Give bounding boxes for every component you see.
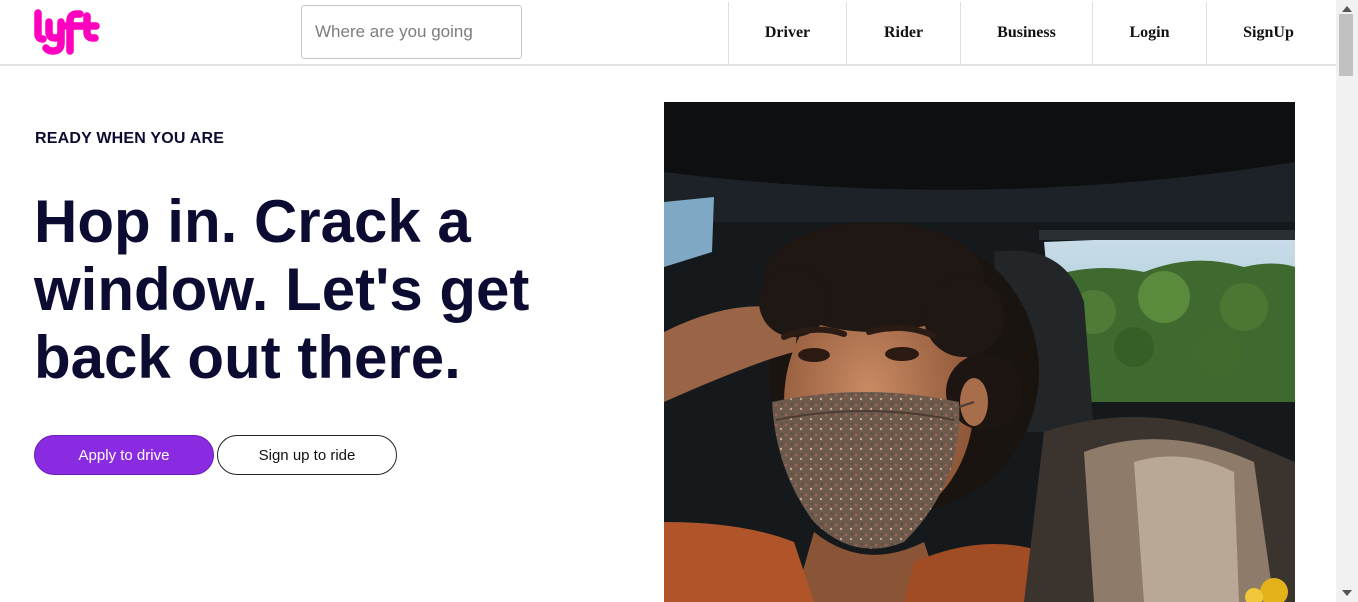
sign-up-to-ride-button[interactable]: Sign up to ride [217, 435, 397, 475]
nav-rider[interactable]: Rider [846, 2, 960, 64]
main-nav: Driver Rider Business Login SignUp [0, 2, 1330, 64]
hero-photo [664, 102, 1295, 602]
vertical-scrollbar[interactable] [1336, 0, 1358, 602]
nav-signup[interactable]: SignUp [1206, 2, 1330, 64]
nav-login[interactable]: Login [1092, 2, 1206, 64]
scrollbar-thumb[interactable] [1339, 14, 1353, 76]
chevron-down-icon[interactable] [1336, 586, 1358, 600]
hero-eyebrow: READY WHEN YOU ARE [35, 130, 225, 147]
hero-headline: Hop in. Crack a window. Let's get back o… [34, 188, 530, 391]
nav-driver[interactable]: Driver [728, 2, 846, 64]
apply-to-drive-button[interactable]: Apply to drive [34, 435, 214, 475]
nav-business[interactable]: Business [960, 2, 1092, 64]
site-header: Driver Rider Business Login SignUp [0, 0, 1336, 66]
